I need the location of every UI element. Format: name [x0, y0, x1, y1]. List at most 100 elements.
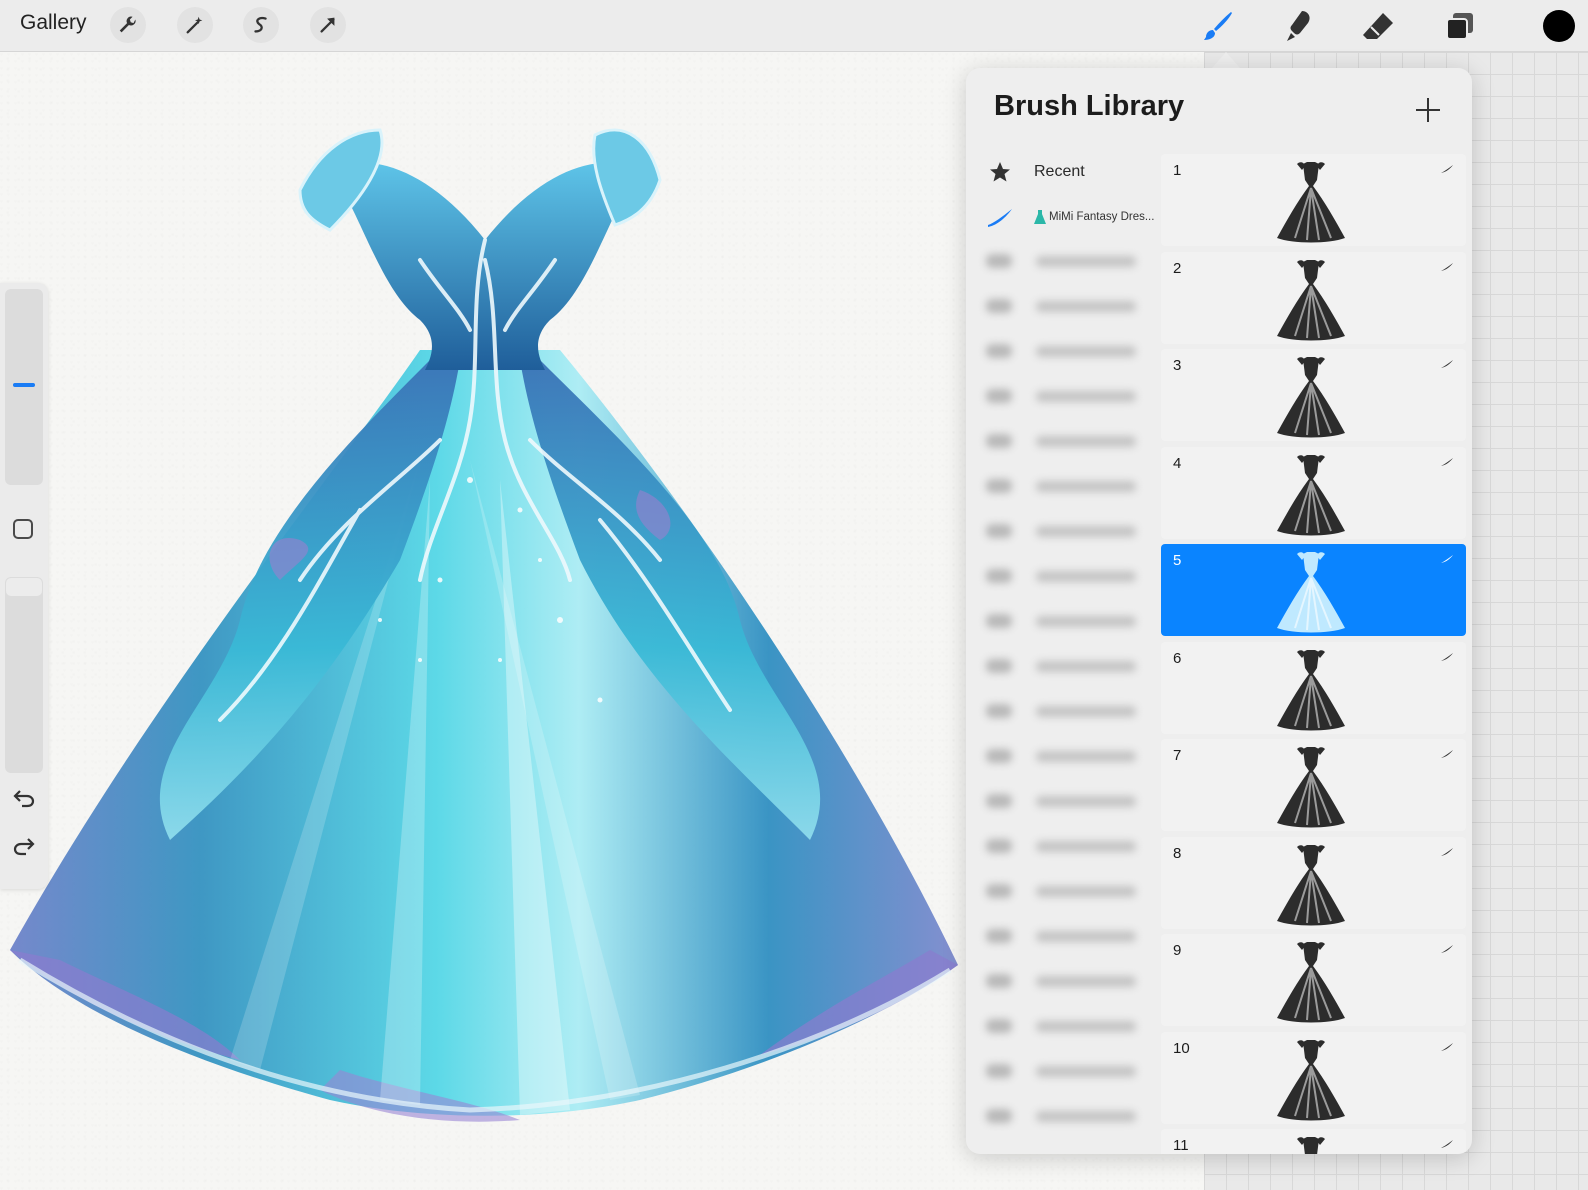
- brush-set-blurred[interactable]: [966, 240, 1162, 285]
- brush-thumbnail: [1277, 844, 1345, 925]
- smudge-icon[interactable]: [1278, 6, 1318, 46]
- blurred-set-content: [986, 477, 1146, 497]
- brush-number: 11: [1173, 1137, 1189, 1154]
- magic-wand-icon[interactable]: [177, 7, 213, 43]
- blurred-set-content: [986, 252, 1146, 272]
- brush-set-blurred[interactable]: [966, 915, 1162, 960]
- brush-stroke-preview-icon: [1441, 555, 1453, 563]
- brush-row-selected[interactable]: 5: [1161, 544, 1466, 636]
- gown-artwork: [10, 128, 958, 1122]
- brush-set-blurred[interactable]: [966, 870, 1162, 915]
- brush-set-recent[interactable]: Recent: [966, 150, 1162, 195]
- modify-square-icon[interactable]: [13, 519, 33, 539]
- brush-set-blurred[interactable]: [966, 510, 1162, 555]
- blurred-set-content: [986, 972, 1146, 992]
- brush-row[interactable]: 6: [1161, 641, 1466, 734]
- blurred-set-content: [986, 432, 1146, 452]
- gallery-button[interactable]: Gallery: [20, 11, 87, 35]
- brush-set-blurred[interactable]: [966, 735, 1162, 780]
- brush-thumbnail: [1277, 259, 1345, 340]
- brush-stroke-preview-icon: [1441, 165, 1453, 173]
- brush-set-blurred[interactable]: [966, 465, 1162, 510]
- brush-row[interactable]: 11: [1161, 1129, 1466, 1154]
- brush-row[interactable]: 10: [1161, 1031, 1466, 1124]
- brush-set-blurred[interactable]: [966, 1095, 1162, 1140]
- brush-icon[interactable]: [1198, 6, 1238, 46]
- brush-set-blurred[interactable]: [966, 1050, 1162, 1095]
- transform-arrow-icon[interactable]: [310, 7, 346, 43]
- brush-row[interactable]: 2: [1161, 251, 1466, 344]
- blurred-set-content: [986, 387, 1146, 407]
- brush-set-blurred[interactable]: [966, 420, 1162, 465]
- blurred-set-content: [986, 702, 1146, 722]
- brush-row[interactable]: 9: [1161, 934, 1466, 1026]
- brush-stroke-preview-icon: [1441, 360, 1453, 368]
- brush-size-thumb[interactable]: [13, 383, 35, 387]
- popover-caret: [1212, 52, 1240, 68]
- brush-set-blurred[interactable]: [966, 825, 1162, 870]
- blurred-set-content: [986, 927, 1146, 947]
- brush-thumbnail: [1277, 454, 1345, 535]
- brush-stroke-preview-icon: [1441, 847, 1453, 856]
- brush-set-mimi-fantasy[interactable]: MiMi Fantasy Dres...: [966, 195, 1162, 240]
- blurred-set-content: [986, 657, 1146, 677]
- redo-icon[interactable]: [12, 836, 36, 861]
- brush-number: 10: [1173, 1039, 1190, 1057]
- wrench-icon[interactable]: [110, 7, 146, 43]
- brush-number: 6: [1173, 649, 1182, 667]
- brush-row[interactable]: 7: [1161, 739, 1466, 831]
- brush-row[interactable]: 8: [1161, 836, 1466, 929]
- blurred-set-content: [986, 612, 1146, 632]
- brush-row[interactable]: 1: [1161, 154, 1466, 246]
- blurred-set-content: [986, 792, 1146, 812]
- brush-number: 3: [1173, 357, 1182, 374]
- brush-set-blurred[interactable]: [966, 555, 1162, 600]
- brush-stroke-preview-icon: [1441, 262, 1453, 271]
- brush-number: 8: [1173, 844, 1182, 862]
- brush-thumbnail: [1277, 649, 1345, 730]
- brush-set-blurred[interactable]: [966, 960, 1162, 1005]
- blurred-set-content: [986, 297, 1146, 317]
- brush-set-label: MiMi Fantasy Dres...: [1049, 211, 1155, 223]
- blurred-set-content: [986, 882, 1146, 902]
- brush-thumbnail: [1277, 1039, 1345, 1120]
- star-icon: [990, 162, 1010, 182]
- brush-thumbnail: [1277, 942, 1345, 1023]
- blurred-set-content: [986, 747, 1146, 767]
- brush-thumbnail: [1277, 162, 1345, 243]
- blurred-set-content: [986, 522, 1146, 542]
- undo-icon[interactable]: [12, 788, 36, 813]
- brush-row[interactable]: 3: [1161, 349, 1466, 441]
- brush-size-slider[interactable]: [5, 289, 43, 485]
- opacity-thumb[interactable]: [6, 578, 42, 596]
- brush-number: 4: [1173, 454, 1182, 472]
- brush-number: 9: [1173, 942, 1182, 959]
- brush-set-blurred[interactable]: [966, 1005, 1162, 1050]
- plus-icon[interactable]: [1412, 94, 1444, 126]
- brush-stroke-preview-icon: [1441, 1140, 1453, 1148]
- eraser-icon[interactable]: [1358, 6, 1398, 46]
- brush-set-blurred[interactable]: [966, 285, 1162, 330]
- brush-set-blurred[interactable]: [966, 375, 1162, 420]
- brush-set-blurred[interactable]: [966, 780, 1162, 825]
- brush-number: 5: [1173, 552, 1182, 569]
- blurred-set-content: [986, 1062, 1146, 1082]
- top-toolbar: Gallery: [0, 0, 1588, 52]
- layers-icon[interactable]: [1440, 6, 1480, 46]
- brush-library-title: Brush Library: [994, 90, 1185, 122]
- brush-thumbnail: [1277, 747, 1345, 828]
- brush-number: 1: [1173, 162, 1182, 179]
- blurred-set-content: [986, 567, 1146, 587]
- brush-set-blurred[interactable]: [966, 330, 1162, 375]
- color-picker-button[interactable]: [1543, 10, 1575, 42]
- brush-set-blurred[interactable]: [966, 600, 1162, 645]
- blurred-set-content: [986, 342, 1146, 362]
- brush-set-label: Recent: [1034, 163, 1085, 180]
- brush-set-blurred[interactable]: [966, 645, 1162, 690]
- opacity-slider[interactable]: [5, 577, 43, 773]
- dress-emoji-icon: [1034, 210, 1046, 229]
- brush-stroke-preview-icon: [1441, 945, 1453, 953]
- selection-s-icon[interactable]: [243, 7, 279, 43]
- brush-set-blurred[interactable]: [966, 690, 1162, 735]
- brush-row[interactable]: 4: [1161, 446, 1466, 539]
